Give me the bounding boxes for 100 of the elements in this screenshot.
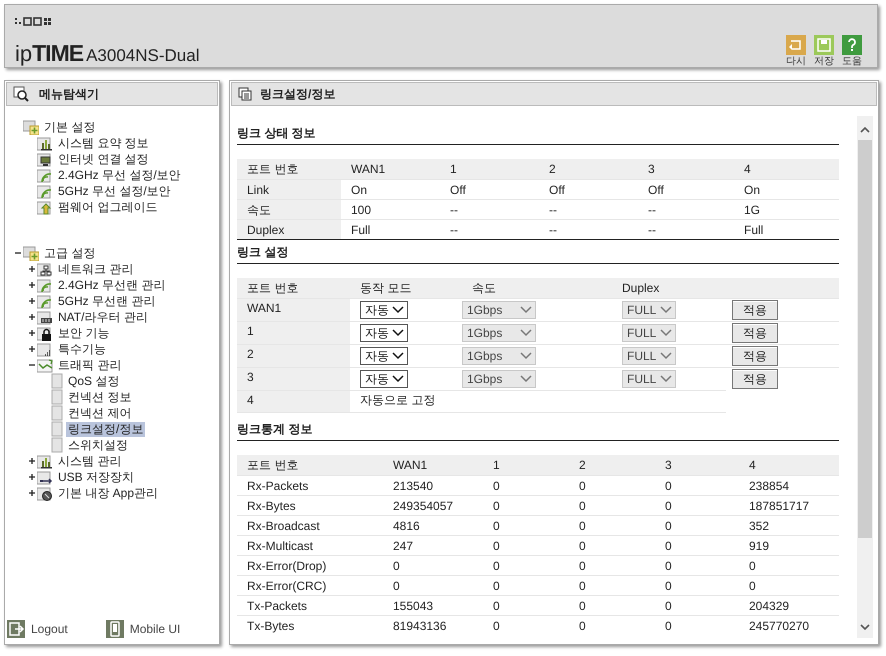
row-label: Rx-Error(CRC) [246,578,328,595]
tree-item[interactable]: 고급 설정 [42,246,98,260]
table-cell-text: Full [743,222,764,239]
table-cell-text: 0 [664,558,673,575]
chevron-down-icon [520,375,532,383]
dropdown: 1Gbps [462,301,536,319]
tree-item[interactable]: USB 저장장치 [56,470,136,484]
apply-button[interactable]: 적용 [732,346,778,366]
tree-item[interactable]: 링크설정/정보 [66,422,146,436]
tree-item[interactable]: 2.4GHz 무선랜 관리 [56,278,168,292]
tree-item[interactable]: 특수기능 [56,342,108,356]
save-button[interactable]: 저장 [813,35,835,68]
row-label: 1 [237,322,350,344]
scrollbar-thumb[interactable] [858,140,872,538]
table-cell-text: Full [350,222,372,239]
pages-icon [238,87,252,101]
brand-prefix: ip [15,40,32,68]
column-header: 4 [748,457,757,474]
toggle-icon[interactable]: + [27,311,37,323]
table-cell-text: 0 [578,618,587,635]
tree-item[interactable]: 컨넥션 제어 [66,406,134,420]
table-cell-text: 0 [578,558,587,575]
row-label: 속도 [237,200,341,219]
toggle-icon[interactable]: − [13,247,23,259]
toggle-icon[interactable]: + [27,471,37,483]
toggle-icon[interactable]: + [27,295,37,307]
dropdown: FULL [622,324,676,342]
help-button[interactable]: 도움 [841,35,863,68]
upload-arrow-icon [37,199,53,215]
table-cell-text: On [743,182,762,199]
toggle-icon[interactable]: + [27,487,37,499]
table-cell-text: 238854 [748,478,790,495]
section-title: 링크 상태 정보 [237,125,316,142]
tree-item[interactable]: 5GHz 무선 설정/보안 [56,184,173,198]
undo-button[interactable]: 다시 [785,35,807,68]
column-header: 포트 번호 [246,161,300,178]
column-header: 1 [492,457,501,474]
toggle-icon[interactable]: + [27,455,37,467]
row-label: 3 [237,368,350,390]
table-cell-text: 0 [578,478,587,495]
column-header: 포트 번호 [246,457,300,474]
logout-icon [7,620,25,638]
tree-item[interactable]: 기본 설정 [42,120,98,134]
model-name: A3004NS-Dual [86,45,200,67]
table-cell-text: 0 [664,598,673,615]
dropdown[interactable]: 자동 [360,370,408,388]
tree-item[interactable]: 보안 기능 [56,326,112,340]
table-cell-text: 1G [743,202,762,219]
tree-item[interactable]: 기본 내장 App관리 [56,486,160,500]
dropdown: 1Gbps [462,324,536,342]
tree-item[interactable]: 트래픽 관리 [56,358,124,372]
column-header: 포트 번호 [246,280,300,297]
column-header: 3 [647,161,656,178]
wireless-icon [37,293,53,309]
apply-button[interactable]: 적용 [732,369,778,389]
tree-item[interactable]: QoS 설정 [66,374,122,388]
row-label: Duplex [237,220,341,239]
table-cell-text: 0 [392,578,401,595]
section-title: 링크통계 정보 [237,421,312,438]
table-cell-text: 155043 [392,598,434,615]
tree-item[interactable]: NAT/라우터 관리 [56,310,150,324]
apply-button[interactable]: 적용 [732,323,778,343]
chevron-down-icon [392,352,404,360]
table-cell-text: 249354057 [392,498,454,515]
dropdown[interactable]: 자동 [360,324,408,342]
chevron-down-icon [660,329,672,337]
table-cell-text: 0 [492,578,501,595]
dropdown[interactable]: 자동 [360,347,408,365]
row-label: Rx-Broadcast [246,518,321,535]
row-label: Tx-Bytes [246,618,296,635]
column-header: 속도 [471,280,497,297]
tree-item[interactable]: 네트워크 관리 [56,262,136,276]
table-cell-text: 247 [392,538,414,555]
tree-item[interactable]: 인터넷 연결 설정 [56,152,151,166]
page-icon [51,421,63,437]
tree-item[interactable]: 2.4GHz 무선 설정/보안 [56,168,183,182]
apply-button[interactable]: 적용 [732,300,778,320]
dropdown: 1Gbps [462,347,536,365]
monitor-icon [37,151,53,167]
page-icon [51,373,63,389]
toggle-icon[interactable]: − [27,359,37,371]
tree-item[interactable]: 시스템 관리 [56,454,124,468]
tree-item[interactable]: 펌웨어 업그레이드 [56,200,160,214]
scrollbar[interactable] [857,116,873,638]
column-header: 동작 모드 [359,280,412,297]
toggle-icon[interactable]: + [27,263,37,275]
tree-item[interactable]: 컨넥션 정보 [66,390,134,404]
tree-item[interactable]: 시스템 요약 정보 [56,136,151,150]
row-label: Link [237,180,341,199]
dropdown[interactable]: 자동 [360,301,408,319]
toggle-icon[interactable]: + [27,343,37,355]
dropdown: FULL [622,347,676,365]
page-icon [51,437,63,453]
tree-item[interactable]: 5GHz 무선랜 관리 [56,294,158,308]
toggle-icon[interactable]: + [27,327,37,339]
table-cell-text: 0 [664,578,673,595]
toggle-icon[interactable]: + [27,279,37,291]
mobile-ui-link[interactable]: Mobile UI [106,620,180,638]
tree-item[interactable]: 스위치설정 [66,438,130,452]
logout-link[interactable]: Logout [7,620,68,638]
